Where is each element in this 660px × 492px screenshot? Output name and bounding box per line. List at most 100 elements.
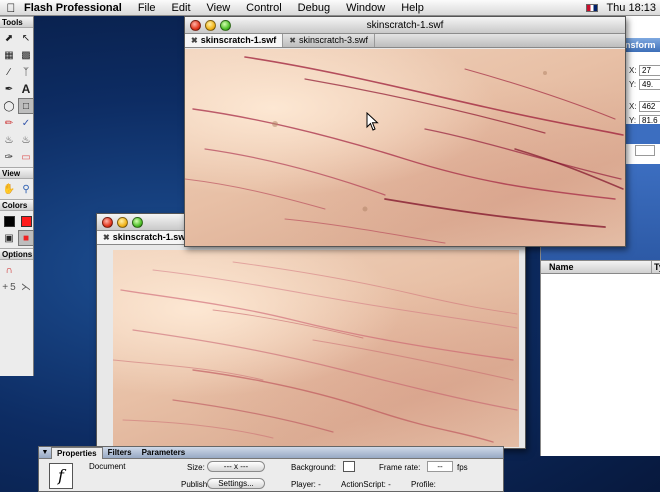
lasso-icon[interactable]: ᛉ bbox=[18, 64, 34, 80]
fill-color-icon[interactable] bbox=[18, 213, 34, 229]
tool-grid: ⬈ ↖ ▦ ▩ ∕ ᛉ ✒ A ◯ □ ✏ ✓ ♨ ♨ ✑ ▭ bbox=[0, 28, 34, 167]
zoom-button[interactable] bbox=[220, 20, 231, 31]
minimize-button[interactable] bbox=[205, 20, 216, 31]
stroke-color-swatch[interactable] bbox=[3, 215, 15, 227]
y-field[interactable]: 49. bbox=[639, 79, 660, 90]
tab-skinscratch-3[interactable]: ✖ skinscratch-3.swf bbox=[283, 34, 375, 47]
menu-file[interactable]: File bbox=[130, 2, 164, 14]
tab-skinscratch-1[interactable]: ✖ skinscratch-1.swf bbox=[185, 34, 284, 47]
swf-window-back: ✖ skinscratch-1.swf bbox=[96, 213, 526, 449]
fill-color-swatch[interactable] bbox=[20, 215, 32, 227]
properties-panel: ▼ Properties Filters Parameters f Docume… bbox=[38, 446, 504, 492]
dropdown-field[interactable] bbox=[635, 145, 655, 156]
tab-close-icon[interactable]: ✖ bbox=[191, 34, 198, 47]
flash-document-icon: f bbox=[49, 463, 73, 489]
snap-magnet-icon[interactable]: ∩ bbox=[1, 262, 17, 278]
hand-icon[interactable]: ✋ bbox=[1, 181, 17, 197]
frame-rate-field[interactable]: -- bbox=[427, 461, 453, 472]
paint-bucket-icon[interactable]: ♨ bbox=[18, 132, 34, 148]
ink-bottle-icon[interactable]: ♨ bbox=[1, 132, 17, 148]
eyedropper-icon[interactable]: ✑ bbox=[1, 149, 17, 165]
publish-label: Publish: bbox=[181, 480, 210, 489]
w-label: X: bbox=[629, 102, 637, 111]
tab-parameters[interactable]: Parameters bbox=[137, 447, 191, 458]
menu-control[interactable]: Control bbox=[238, 2, 289, 14]
tab-close-icon[interactable]: ✖ bbox=[289, 34, 296, 47]
selection-icon[interactable]: ⬈ bbox=[1, 30, 17, 46]
straighten-icon[interactable]: ⋋ bbox=[18, 279, 34, 295]
smooth-icon[interactable]: + 5 bbox=[1, 279, 17, 295]
gradient-transform-icon[interactable]: ▩ bbox=[18, 47, 34, 63]
x-label: X: bbox=[629, 66, 637, 75]
pen-icon[interactable]: ✒ bbox=[1, 81, 17, 97]
close-button[interactable] bbox=[190, 20, 201, 31]
options-grid: ∩ + 5 ⋋ bbox=[0, 260, 33, 297]
actionscript-label: ActionScript: - bbox=[341, 480, 391, 489]
tab-properties[interactable]: Properties bbox=[51, 446, 103, 459]
y-label: Y: bbox=[629, 80, 637, 89]
zoom-button[interactable] bbox=[132, 217, 143, 228]
stroke-color-icon[interactable] bbox=[1, 213, 17, 229]
brush-icon[interactable]: ✓ bbox=[18, 115, 34, 131]
tab-close-icon[interactable]: ✖ bbox=[103, 231, 110, 244]
subselection-icon[interactable]: ↖ bbox=[18, 30, 34, 46]
player-label: Player: - bbox=[291, 480, 321, 489]
menu-app-name[interactable]: Flash Professional bbox=[22, 2, 130, 14]
size-button[interactable]: --- x --- bbox=[207, 461, 265, 472]
oval-icon[interactable]: ◯ bbox=[1, 98, 17, 114]
properties-body: f Document Size: --- x --- Publish: Sett… bbox=[39, 459, 503, 492]
skin-scratch-animation-back bbox=[113, 250, 519, 447]
background-label: Background: bbox=[291, 463, 336, 472]
free-transform-icon[interactable]: ▦ bbox=[1, 47, 17, 63]
name-column-header[interactable]: Name bbox=[549, 261, 574, 273]
menu-extras: Thu 18:13 bbox=[586, 2, 660, 14]
pencil-icon[interactable]: ✏ bbox=[1, 115, 17, 131]
background-color-swatch[interactable] bbox=[343, 461, 355, 472]
library-header: Name Ty bbox=[541, 260, 660, 274]
menu-help[interactable]: Help bbox=[393, 2, 432, 14]
scratches-front bbox=[185, 56, 624, 244]
tab-label: skinscratch-1.swf bbox=[200, 35, 277, 45]
zoom-icon[interactable]: ⚲ bbox=[18, 181, 34, 197]
collapse-triangle-icon[interactable]: ▼ bbox=[39, 449, 51, 456]
front-window-tabbar: ✖ skinscratch-1.swf ✖ skinscratch-3.swf bbox=[185, 34, 625, 48]
x-field[interactable]: 27 bbox=[639, 65, 660, 76]
w-field[interactable]: 462 bbox=[639, 101, 660, 112]
input-language-flag-icon[interactable] bbox=[586, 3, 599, 12]
menu-clock[interactable]: Thu 18:13 bbox=[606, 2, 656, 14]
swap-colors-icon[interactable]: ■ bbox=[18, 230, 34, 246]
front-window-controls bbox=[190, 20, 231, 31]
eraser-icon[interactable]: ▭ bbox=[18, 149, 34, 165]
skin-scratch-animation-front bbox=[185, 49, 625, 246]
mouse-cursor-icon bbox=[366, 112, 379, 131]
black-white-icon[interactable]: ▣ bbox=[1, 230, 17, 246]
color-grid: ▣ ■ bbox=[0, 211, 34, 248]
close-button[interactable] bbox=[102, 217, 113, 228]
tab-label: skinscratch-1.swf bbox=[112, 232, 189, 242]
tab-filters[interactable]: Filters bbox=[103, 447, 137, 458]
back-window-controls bbox=[102, 217, 143, 228]
line-icon[interactable]: ∕ bbox=[1, 64, 17, 80]
type-column-header[interactable]: Ty bbox=[651, 261, 660, 273]
front-window-titlebar[interactable]: skinscratch-1.swf bbox=[185, 17, 625, 34]
rectangle-icon[interactable]: □ bbox=[18, 98, 34, 114]
profile-label: Profile: bbox=[411, 480, 436, 489]
size-label: Size: bbox=[187, 463, 205, 472]
tab-skinscratch-1[interactable]: ✖ skinscratch-1.swf bbox=[97, 231, 196, 244]
minimize-button[interactable] bbox=[117, 217, 128, 228]
menu-edit[interactable]: Edit bbox=[164, 2, 199, 14]
menu-view[interactable]: View bbox=[199, 2, 239, 14]
view-tool-grid: ✋ ⚲ bbox=[0, 179, 33, 199]
options-title: Options bbox=[0, 248, 33, 260]
apple-icon[interactable]:  bbox=[0, 1, 22, 15]
front-window-title: skinscratch-1.swf bbox=[366, 20, 444, 31]
menu-window[interactable]: Window bbox=[338, 2, 393, 14]
text-icon[interactable]: A bbox=[18, 81, 34, 97]
tab-label: skinscratch-3.swf bbox=[298, 35, 368, 45]
fps-label: fps bbox=[457, 463, 468, 472]
settings-button[interactable]: Settings... bbox=[207, 478, 265, 489]
menu-debug[interactable]: Debug bbox=[290, 2, 338, 14]
swf-window-front: skinscratch-1.swf ✖ skinscratch-1.swf ✖ … bbox=[184, 16, 626, 247]
frame-rate-label: Frame rate: bbox=[379, 463, 421, 472]
tools-title: Tools bbox=[0, 16, 33, 28]
